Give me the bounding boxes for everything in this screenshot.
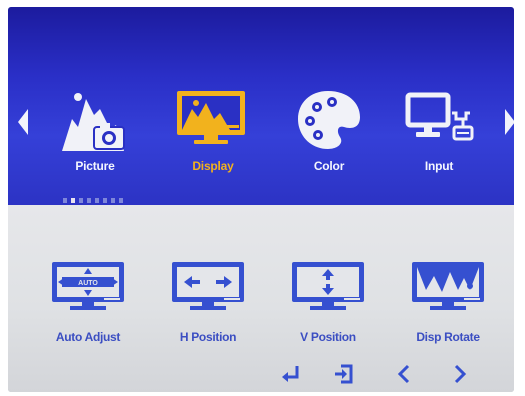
category-label: Input: [424, 159, 454, 173]
page-dot: [119, 198, 123, 203]
h-position-icon: [172, 262, 244, 310]
submenu-label: V Position: [300, 330, 356, 344]
submenu-label: Disp Rotate: [416, 330, 480, 344]
category-bar: Picture Display Color Input: [8, 7, 514, 205]
auto-adjust-icon: AUTO: [52, 262, 124, 310]
page-dot: [95, 198, 99, 203]
right-arrow-icon[interactable]: [452, 364, 468, 384]
disp-rotate-icon: [412, 262, 484, 310]
page-dot: [103, 198, 107, 203]
scroll-right-icon[interactable]: [505, 109, 514, 135]
page-dot: [111, 198, 115, 203]
exit-icon[interactable]: [333, 364, 355, 384]
display-monitor-icon: [177, 91, 245, 144]
input-computer-icon: [405, 92, 474, 141]
auto-adjust-icon-text: AUTO: [78, 280, 98, 287]
picture-mountain-camera-icon: [62, 93, 125, 151]
category-label: Color: [313, 159, 345, 173]
category-label: Display: [192, 159, 234, 173]
category-label: Picture: [75, 159, 115, 173]
submenu-label: Auto Adjust: [55, 330, 121, 344]
submenu-label: H Position: [179, 330, 237, 344]
scroll-left-icon[interactable]: [18, 109, 28, 135]
page-dot: [87, 198, 91, 203]
enter-icon[interactable]: [280, 364, 302, 384]
page-dot: [79, 198, 83, 203]
page-dot: [63, 198, 67, 203]
v-position-icon: [292, 262, 364, 310]
left-arrow-icon[interactable]: [396, 364, 412, 384]
page-dot-current: [71, 198, 75, 203]
color-palette-icon: [298, 91, 360, 149]
